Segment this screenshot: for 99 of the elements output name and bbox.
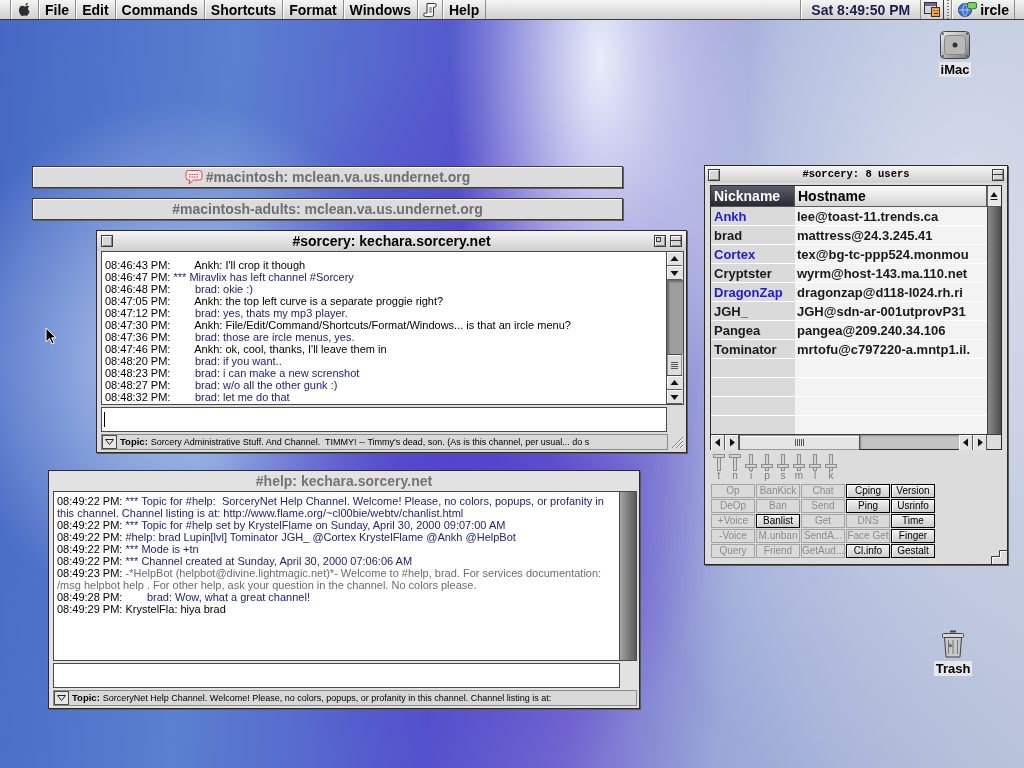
menu-title[interactable]: Commands <box>115 0 205 19</box>
message-input[interactable] <box>53 663 620 688</box>
topic-menu-button[interactable] <box>102 435 117 449</box>
menu-bar-clock: Sat 8:49:50 PM <box>801 0 922 19</box>
command-button[interactable]: Gestalt <box>891 544 935 558</box>
chat-message: 08:49:22 PM: *** Topic for #help set by KrystelFlame on Sunday, April 30, 2000 09:07:00 AM <box>57 519 507 531</box>
trash-icon[interactable] <box>941 629 965 659</box>
window-title: #macintosh-adults: mclean.va.us.undernet.org <box>172 202 483 216</box>
command-button[interactable]: Time <box>891 514 935 528</box>
hostname-cell[interactable]: tex@bg-tc-ppp524.monmou <box>795 247 987 261</box>
scroll-right-button[interactable] <box>725 435 739 450</box>
close-box[interactable] <box>708 168 720 181</box>
command-button[interactable]: Usrinfo <box>891 499 935 513</box>
column-header[interactable]: Nickname <box>711 186 795 206</box>
menu-title[interactable]: Help <box>442 0 487 19</box>
command-button[interactable]: Version <box>891 484 935 498</box>
menu-title[interactable]: Format <box>283 0 344 19</box>
chat-message: 08:48:20 PM: brad: if you want.. <box>105 355 283 367</box>
chat-message: 08:49:22 PM: *** Channel created at Sunday, April 30, 2000 07:06:06 AM <box>57 555 414 567</box>
scroll-thumb[interactable] <box>739 435 860 450</box>
command-button[interactable]: Ping <box>846 499 890 513</box>
window-title: #sorcery: kechara.sorcery.net <box>292 234 491 248</box>
window-title: #help: kechara.sorcery.net <box>255 474 433 488</box>
topic-text: SorceryNet Help Channel. Welcome! Please, no colors, popups, or profanity in this channel. Channel listing is at: <box>102 693 552 703</box>
window-icon[interactable] <box>923 1 942 18</box>
menu-title[interactable]: Shortcuts <box>204 0 284 19</box>
nickname-cell[interactable]: DragonZap <box>711 285 795 299</box>
hostname-cell[interactable]: dragonzap@d118-l024.rh.ri <box>795 285 987 299</box>
chat-message: 08:47:36 PM: brad: those are ircle menus, yes. <box>105 331 356 343</box>
command-button[interactable]: Cping <box>846 484 890 498</box>
collapse-box[interactable] <box>992 168 1004 181</box>
hostname-cell[interactable]: wyrm@host-143.ma.110.net <box>795 266 987 280</box>
hostname-cell[interactable]: mrtofu@c797220-a.mntp1.il. <box>795 342 987 356</box>
chat-message: 08:48:27 PM: brad: w/o all the other gunk :) <box>105 379 339 391</box>
close-box[interactable] <box>101 235 113 247</box>
scroll-left-button[interactable] <box>959 435 973 450</box>
script-icon[interactable] <box>422 1 437 18</box>
apple-icon[interactable] <box>18 2 31 17</box>
text-caret-icon <box>104 412 105 427</box>
disk-drive-icon[interactable] <box>939 30 971 60</box>
chat-message: 08:47:12 PM: brad: yes, thats my mp3 player. <box>105 307 349 319</box>
collapsed-window[interactable]: #macintosh-adults: mclean.va.us.undernet.org <box>32 198 623 220</box>
command-button[interactable]: Banlist <box>756 514 800 528</box>
globe-icon <box>957 1 978 18</box>
menu-title[interactable]: Windows <box>343 0 418 19</box>
resize-handle[interactable] <box>991 550 1007 564</box>
topic-label: Topic: <box>120 437 148 447</box>
scroll-up-button[interactable] <box>667 376 682 390</box>
command-button[interactable]: Cl.info <box>846 544 890 558</box>
hostname-cell[interactable]: mattress@24.3.245.41 <box>795 228 987 242</box>
chat-message: 08:48:32 PM: brad: let me do that <box>105 391 291 403</box>
pointer-icon <box>45 327 57 345</box>
chat-message: 08:47:46 PM: Ankh: ok, cool, thanks, I'll leave them in <box>105 343 388 355</box>
nickname-cell[interactable]: Cortex <box>711 247 795 261</box>
desktop-icon-label[interactable]: iMac <box>938 62 972 77</box>
chat-message: 08:49:29 PM: KrystelFla: hiya brad <box>57 603 227 615</box>
application-menu[interactable]: ircle <box>952 0 1015 19</box>
nickname-cell[interactable]: Cryptster <box>711 266 795 280</box>
nickname-cell[interactable]: Pangea <box>711 323 795 337</box>
topic-label: Topic: <box>72 693 100 703</box>
sort-order-button[interactable] <box>987 186 1001 206</box>
scroll-down-button[interactable] <box>667 266 682 280</box>
topic-text: Sorcery Administrative Stuff. And Channel. TIMMY! -- Timmy's dead, son. (As is this channel, per usual... do s <box>150 437 590 447</box>
window-title: #macintosh: mclean.va.us.undernet.org <box>205 170 471 184</box>
window-title: #sorcery: 8 users <box>802 169 910 180</box>
hostname-cell[interactable]: JGH@sdn-ar-001utprovP31 <box>795 304 987 318</box>
scroll-up-button[interactable] <box>667 252 682 266</box>
chat-message: 08:46:48 PM: brad: okie :) <box>105 283 254 295</box>
chat-message: 08:46:47 PM: *** Miravlix has left channel #Sorcery <box>105 271 355 283</box>
chat-message: 08:48:23 PM: brad: i can make a new screnshot <box>105 367 361 379</box>
scroll-right-button[interactable] <box>973 435 987 450</box>
chat-message: 08:49:22 PM: *** Mode is +tn <box>57 543 200 555</box>
menu-title[interactable]: Edit <box>76 0 116 19</box>
chat-message: 08:47:05 PM: Ankh: the top left curve is a separate proggie right? <box>105 295 445 307</box>
menu-title[interactable]: File <box>39 0 77 19</box>
column-header[interactable]: Hostname <box>795 186 987 206</box>
chat-message: 08:47:30 PM: Ankh: File/Edit/Command/Shortcuts/Format/Windows... is that an ircle menu? <box>105 319 572 331</box>
nickname-cell[interactable]: JGH_ <box>711 304 795 318</box>
collapsed-window[interactable]: #macintosh: mclean.va.us.undernet.org <box>32 166 623 188</box>
zoom-box[interactable] <box>654 235 666 247</box>
hostname-cell[interactable]: lee@toast-11.trends.ca <box>795 209 987 223</box>
chat-message: 08:49:23 PM: -*HelpBot (helpbot@divine.lightmagic.net)*- Welcome to #help, brad. For services documentation: /msg helpbot help . For other help, ask your question in the channel. No colors please. <box>57 567 603 591</box>
chat-message: 08:49:28 PM: brad: Wow, what a great channel! <box>57 591 311 603</box>
chat-message: 08:49:22 PM: *** Topic for #help: SorceryNet Help Channel. Welcome! Please, no colors, popups, or profanity in this channel. Channel listing is at: http://www.flame.org/~cl00bie/webtv/chanlist.html <box>57 495 605 519</box>
topic-menu-button[interactable] <box>54 691 69 705</box>
scroll-down-button[interactable] <box>667 390 682 404</box>
scroll-left-button[interactable] <box>711 435 725 450</box>
hostname-cell[interactable]: pangea@209.240.34.106 <box>795 323 987 337</box>
scroll-thumb[interactable] <box>667 354 682 376</box>
nickname-cell[interactable]: brad <box>711 228 795 242</box>
collapse-box[interactable] <box>670 235 682 247</box>
message-input[interactable] <box>101 407 667 432</box>
command-button[interactable]: Finger <box>891 529 935 543</box>
chat-message: 08:46:43 PM: Ankh: I'll crop it though <box>105 259 307 271</box>
chat-message: 08:49:22 PM: #help: brad Lupin[lvl] Tominator JGH_ @Cortex KrystelFlame @Ankh @HelpBot <box>57 531 517 543</box>
resize-grip[interactable] <box>669 434 684 449</box>
nickname-cell[interactable]: Tominator <box>711 342 795 356</box>
desktop-icon-label[interactable]: Trash <box>933 661 973 676</box>
nickname-cell[interactable]: Ankh <box>711 209 795 223</box>
